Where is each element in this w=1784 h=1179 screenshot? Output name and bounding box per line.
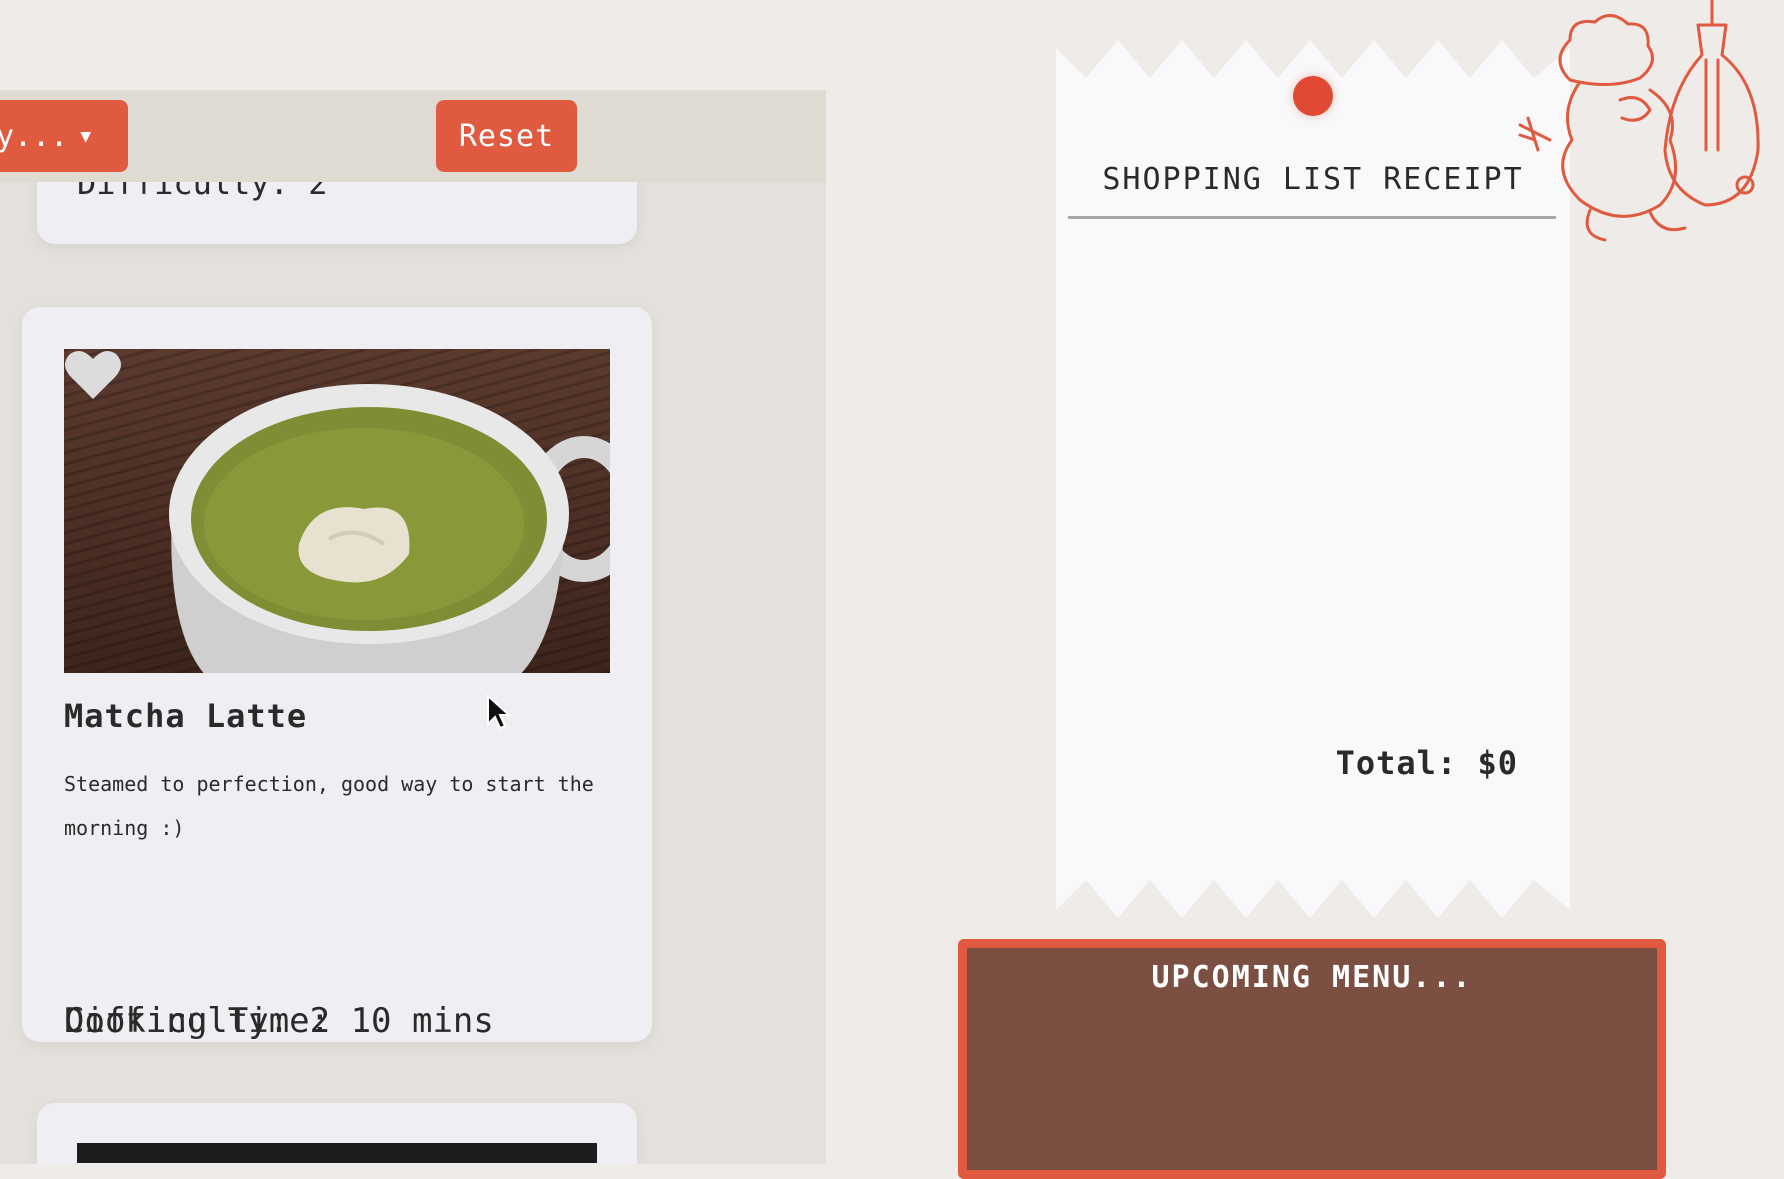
shopping-list-receipt: SHOPPING LIST RECEIPT Total: $0 — [1056, 38, 1570, 920]
receipt-title: SHOPPING LIST RECEIPT — [1102, 162, 1524, 197]
receipt-total: Total: $0 — [1335, 744, 1518, 782]
recipe-description: Steamed to perfection, good way to start… — [64, 772, 594, 840]
upcoming-menu-title: UPCOMING MENU... — [1151, 960, 1473, 995]
recipe-card[interactable] — [37, 1103, 637, 1164]
heart-icon[interactable] — [64, 349, 122, 401]
recipe-card-matcha-latte[interactable]: Matcha Latte Steamed to perfection, good… — [22, 307, 652, 1042]
recipe-title[interactable]: Matcha Latte — [64, 697, 307, 735]
recipe-photo — [64, 349, 610, 673]
pin-icon — [1293, 76, 1333, 116]
sort-dropdown-button[interactable]: y... ▼ — [0, 100, 128, 172]
receipt-divider — [1068, 216, 1556, 219]
recipe-difficulty: Difficulty: 2 — [64, 1001, 331, 1041]
upcoming-menu-board: UPCOMING MENU... — [958, 939, 1666, 1179]
matcha-cup-illustration — [169, 384, 610, 673]
recipe-photo — [77, 1143, 597, 1163]
sort-dropdown-label: y... — [0, 118, 69, 154]
chef-rat-doodle — [1518, 0, 1760, 242]
recipe-list[interactable]: Difficulty: 2 Matcha Latte Steamed to pe… — [0, 90, 826, 1164]
reset-button[interactable]: Reset — [436, 100, 577, 172]
caret-down-icon: ▼ — [80, 125, 92, 147]
filter-bar: y... ▼ Reset — [0, 90, 826, 182]
mouse-cursor-icon — [487, 694, 512, 730]
